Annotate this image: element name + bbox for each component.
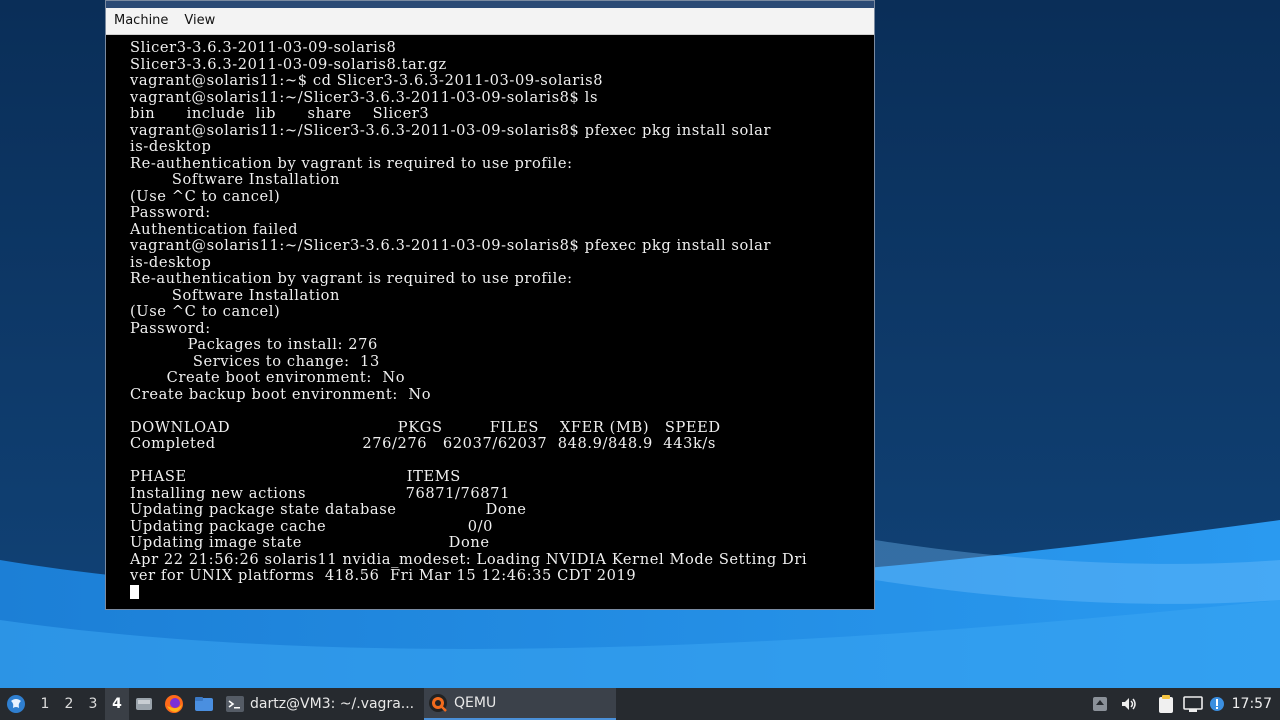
terminal-line: Password: [130,204,211,221]
terminal-line: Apr 22 21:56:26 solaris11 nvidia_modeset… [130,550,808,568]
terminal-line: Authentication failed [130,220,299,238]
firefox-icon [165,695,183,713]
terminal-line: DOWNLOAD PKGS FILES XFER (MB) SPEED [130,418,721,436]
terminal-line: Re-authentication by vagrant is required… [130,154,573,172]
terminal-line: Slicer3-3.6.3-2011-03-09-solaris8.tar.gz [130,55,447,73]
qemu-icon [429,694,447,712]
terminal-line: Create boot environment: No [130,369,406,386]
terminal-line: vagrant@solaris11:~/Slicer3-3.6.3-2011-0… [130,88,599,106]
clipboard-icon [1159,695,1173,713]
start-menu-button[interactable] [4,688,28,720]
task-qemu[interactable]: QEMU [424,688,616,720]
task-qemu-label: QEMU [454,695,497,711]
terminal-line: Updating package cache 0/0 [130,517,493,535]
vm-display[interactable]: Slicer3-3.6.3-2011-03-09-solaris8 Slicer… [106,35,874,609]
volume-tray[interactable] [1118,688,1140,720]
network-icon [1183,696,1203,712]
terminal-line: Software Installation [130,171,340,188]
window-titlebar[interactable] [106,1,874,8]
folder-icon [195,697,213,711]
qemu-window[interactable]: Machine View Slicer3-3.6.3-2011-03-09-so… [105,0,875,610]
terminal-icon [226,696,244,712]
app-menu-icon [7,695,25,713]
terminal-line: vagrant@solaris11:~/Slicer3-3.6.3-2011-0… [130,237,772,254]
terminal-line: (Use ^C to cancel) [130,303,281,320]
qemu-menubar: Machine View [106,8,874,35]
workspace-2[interactable]: 2 [57,688,81,720]
clock[interactable]: 17:57 [1232,688,1272,720]
terminal-line: Software Installation [130,286,340,304]
terminal-line: Create backup boot environment: No [130,385,432,403]
terminal-line: Slicer3-3.6.3-2011-03-09-solaris8 [130,39,397,56]
file-manager-launcher[interactable] [133,688,155,720]
terminal-cursor [130,584,139,599]
terminal-line: bin include lib share Slicer3 [130,105,430,122]
clipboard-tray[interactable] [1155,688,1177,720]
terminal-line: Updating image state Done [130,534,490,551]
terminal-output: Slicer3-3.6.3-2011-03-09-solaris8 Slicer… [130,39,808,601]
task-terminal[interactable]: dartz@VM3: ~/.vagra... [222,688,418,720]
firefox-launcher[interactable] [163,688,185,720]
terminal-line: Packages to install: 276 [130,336,378,353]
terminal-line: Installing new actions 76871/76871 [130,484,510,502]
terminal-line: vagrant@solaris11:~/Slicer3-3.6.3-2011-0… [130,121,772,139]
terminal-line: Re-authentication by vagrant is required… [130,270,573,287]
notification-tray[interactable] [1208,688,1226,720]
workspace-3[interactable]: 3 [81,688,105,720]
terminal-line: Services to change: 13 [130,352,380,370]
terminal-line: Completed 276/276 62037/62037 848.9/848.… [130,435,717,452]
file-manager-icon [136,698,152,710]
terminal-line: Password: [130,319,211,337]
folder-launcher[interactable] [193,688,215,720]
menu-view[interactable]: View [176,8,223,34]
terminal-line: is-desktop [130,138,212,155]
notification-icon [1210,697,1224,711]
task-terminal-label: dartz@VM3: ~/.vagra... [250,696,415,712]
terminal-line: Updating package state database Done [130,501,527,518]
workspace-1[interactable]: 1 [33,688,57,720]
taskbar: 1 2 3 4 dartz@VM3: ~/.vagra... QEMU 17:5… [0,688,1280,720]
terminal-line: PHASE ITEMS [130,468,461,485]
terminal-line: ver for UNIX platforms 418.56 Fri Mar 15… [130,567,637,584]
terminal-line: vagrant@solaris11:~$ cd Slicer3-3.6.3-20… [130,72,604,89]
terminal-line: (Use ^C to cancel) [130,187,281,205]
workspace-4[interactable]: 4 [105,688,129,720]
terminal-line: is-desktop [130,253,212,271]
volume-icon [1122,698,1136,710]
network-tray[interactable] [1182,688,1204,720]
updates-tray[interactable] [1090,688,1110,720]
updates-icon [1093,697,1107,711]
menu-machine[interactable]: Machine [106,8,176,34]
